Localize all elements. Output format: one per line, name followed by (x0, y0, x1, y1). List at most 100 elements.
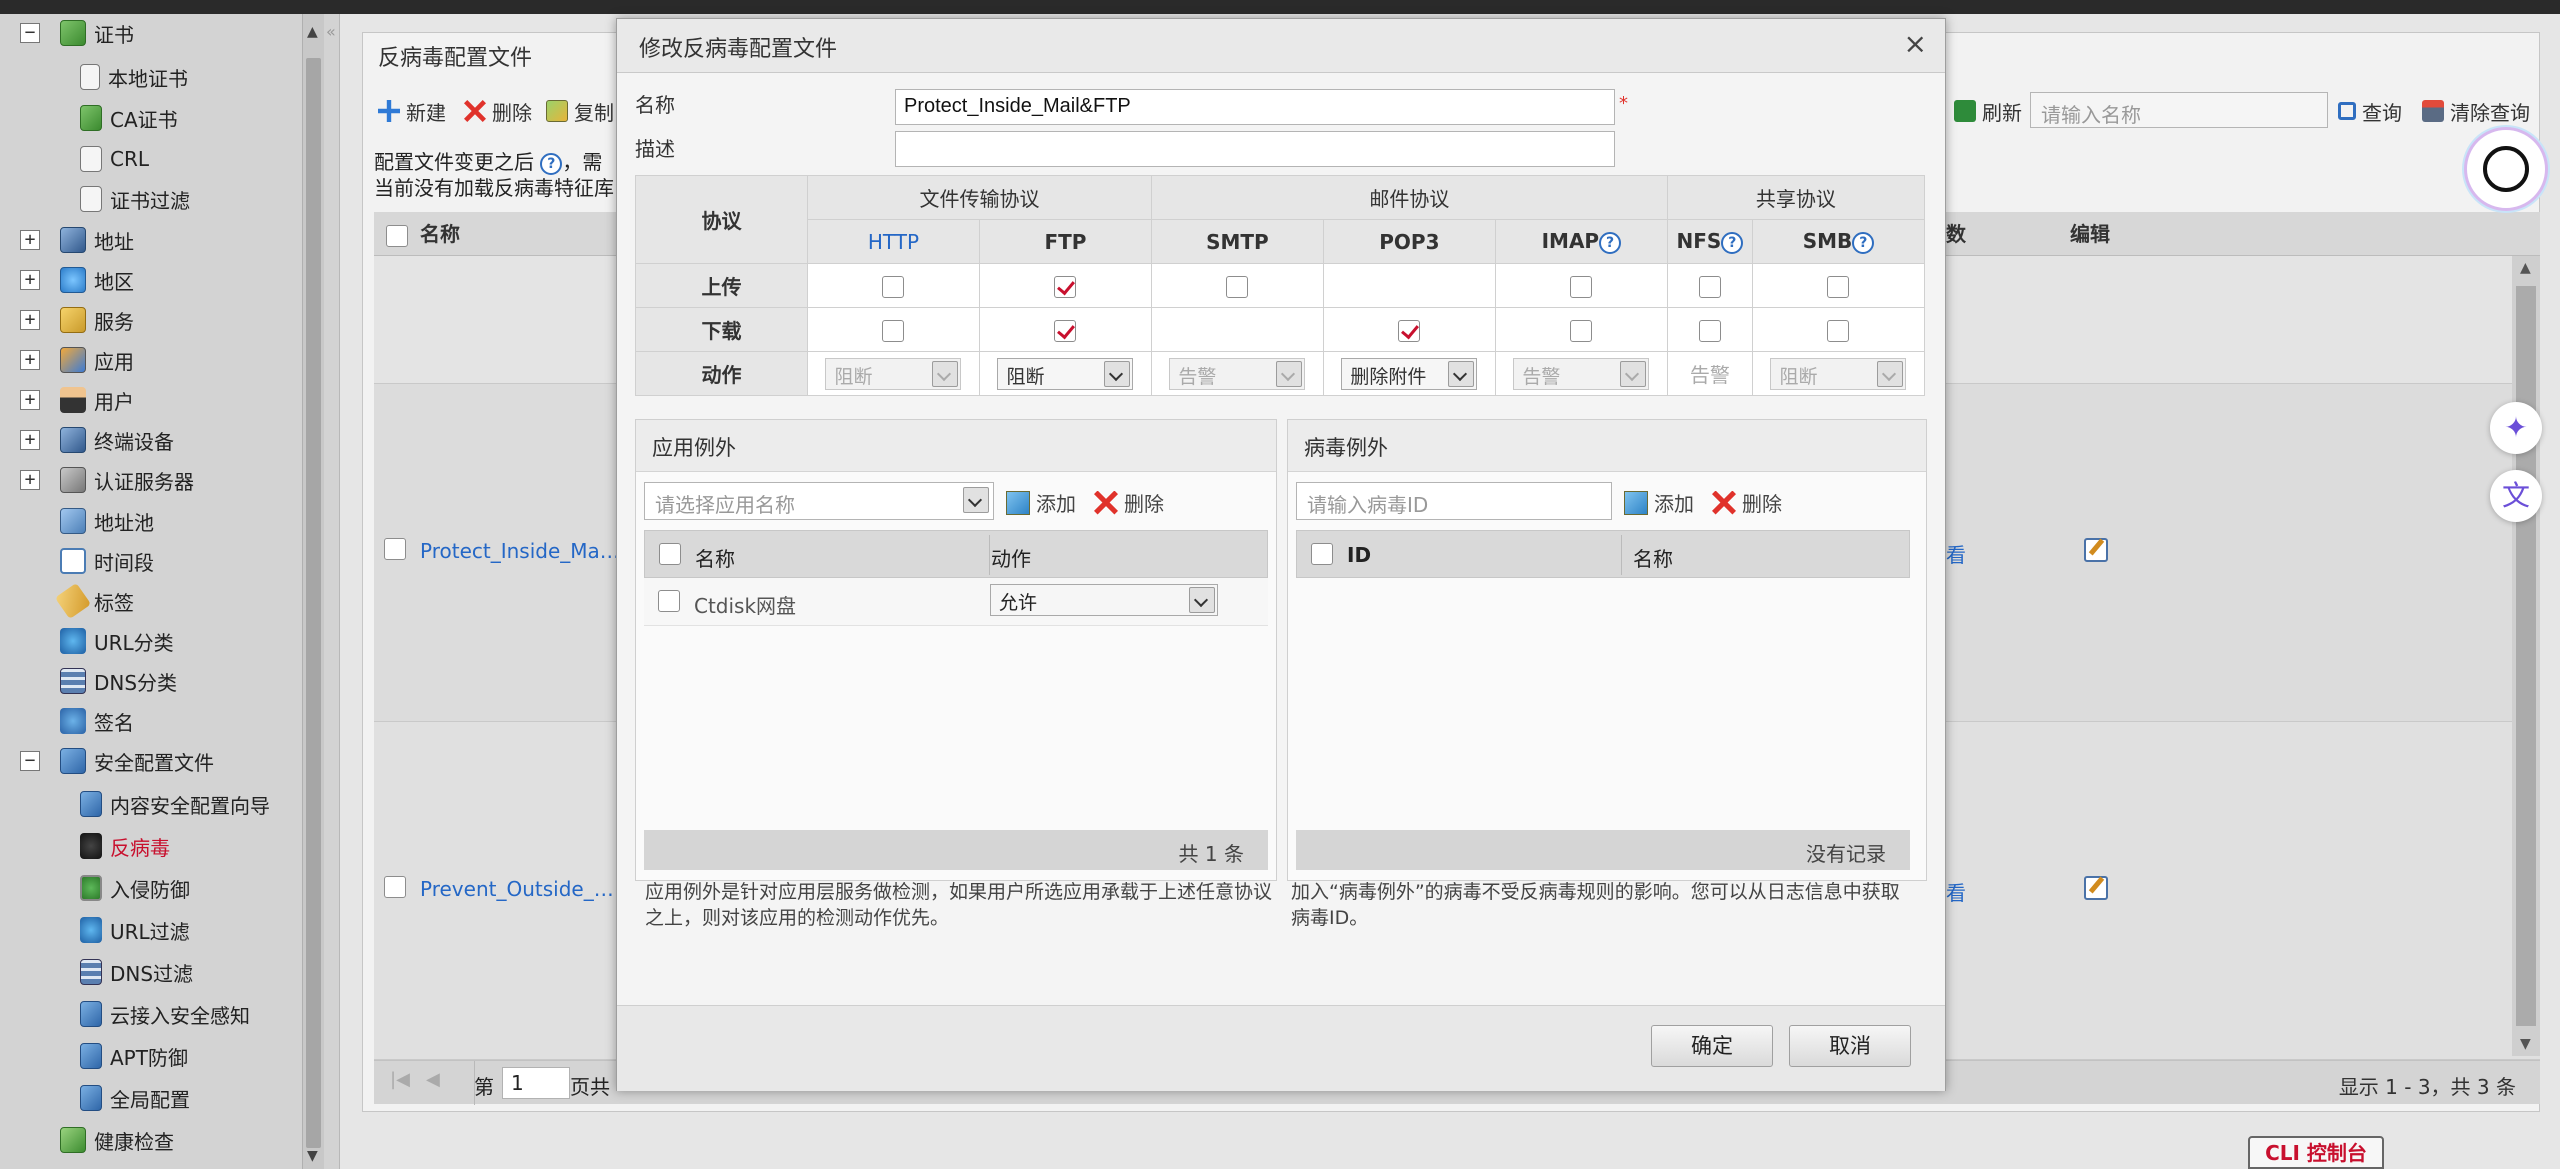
sidebar-item-health-check[interactable]: 健康检查 (60, 1121, 174, 1159)
translate-icon[interactable]: 文 (2490, 470, 2542, 522)
edit-icon[interactable] (2084, 876, 2108, 900)
column-count[interactable]: 数 (1946, 212, 1966, 256)
protocol-http[interactable]: HTTP (807, 219, 980, 264)
sidebar-scroll-thumb[interactable] (306, 58, 321, 1148)
cancel-button[interactable]: 取消 (1789, 1025, 1911, 1067)
scroll-up-icon[interactable]: ▲ (307, 24, 318, 40)
imap-download-checkbox[interactable] (1570, 319, 1593, 342)
ftp-download-checkbox[interactable] (1054, 319, 1077, 342)
nfs-upload-checkbox[interactable] (1698, 275, 1721, 298)
sidebar-item-apt[interactable]: APT防御 (80, 1037, 188, 1075)
chevron-down-icon[interactable] (1448, 360, 1475, 387)
pop3-download-checkbox[interactable] (1398, 319, 1421, 342)
name-field[interactable]: Protect_Inside_Mail&FTP (895, 89, 1615, 125)
copy-button[interactable]: 复制 (546, 96, 614, 126)
expand-icon[interactable]: + (20, 310, 40, 330)
assistant-logo-icon[interactable] (2464, 127, 2548, 211)
imap-upload-checkbox[interactable] (1570, 275, 1593, 298)
search-input[interactable]: 请输入名称 (2030, 92, 2328, 128)
chevron-down-icon[interactable] (1189, 587, 1215, 613)
scroll-down-icon[interactable]: ▼ (2520, 1036, 2531, 1052)
smtp-upload-checkbox[interactable] (1226, 275, 1249, 298)
virus-delete-button[interactable]: 删除 (1712, 488, 1782, 517)
sidebar-item-auth-server[interactable]: + 认证服务器 (0, 461, 194, 499)
sidebar-item-signature[interactable]: 签名 (60, 702, 134, 740)
ftp-upload-checkbox[interactable] (1054, 275, 1077, 298)
profile-name-link[interactable]: Protect_Inside_Ma… (420, 539, 620, 563)
ftp-action-select[interactable]: 阻断 (997, 357, 1134, 390)
app-name-select[interactable]: 请选择应用名称 (644, 482, 994, 520)
row-checkbox[interactable] (658, 590, 680, 612)
sidebar-item-address-pool[interactable]: 地址池 (60, 502, 154, 540)
collapse-icon[interactable]: − (20, 23, 40, 43)
expand-icon[interactable]: + (20, 390, 40, 410)
sidebar-item-service[interactable]: + 服务 (0, 301, 134, 339)
sidebar-item-ips[interactable]: 入侵防御 (80, 869, 190, 907)
view-link[interactable]: 看 (1946, 539, 1966, 568)
sidebar-item-antivirus[interactable]: 反病毒 (80, 827, 170, 865)
collapse-icon[interactable]: − (20, 751, 40, 771)
sidebar-item-address[interactable]: + 地址 (0, 221, 134, 259)
query-button[interactable]: 查询 (2338, 96, 2402, 126)
http-download-checkbox[interactable] (882, 319, 905, 342)
pop3-action-select[interactable]: 删除附件 (1341, 357, 1478, 390)
expand-icon[interactable]: + (20, 230, 40, 250)
app-action-select[interactable]: 允许 (990, 584, 1218, 616)
refresh-button[interactable]: 刷新 (1954, 96, 2022, 126)
select-all-checkbox[interactable] (386, 212, 408, 256)
edit-icon[interactable] (2084, 538, 2108, 562)
sidebar-item-region[interactable]: + 地区 (0, 261, 134, 299)
sidebar-item-local-cert[interactable]: 本地证书 (80, 58, 188, 96)
column-name[interactable]: 名称 (420, 212, 460, 256)
sidebar-item-crl[interactable]: CRL (80, 140, 149, 178)
sidebar-item-content-wizard[interactable]: 内容安全配置向导 (80, 785, 270, 823)
app-delete-button[interactable]: 删除 (1094, 488, 1164, 517)
sidebar-item-user[interactable]: + 用户 (0, 381, 134, 419)
expand-icon[interactable]: + (20, 430, 40, 450)
chevron-down-icon[interactable] (1104, 360, 1131, 387)
ok-button[interactable]: 确定 (1651, 1025, 1773, 1067)
sidebar-item-global-config[interactable]: 全局配置 (80, 1079, 190, 1117)
app-add-button[interactable]: 添加 (1006, 488, 1076, 517)
select-all-checkbox[interactable] (659, 543, 681, 565)
sidebar-item-certificate[interactable]: − 证书 (0, 14, 134, 52)
cli-console-button[interactable]: CLI 控制台 (2248, 1136, 2384, 1169)
chevron-down-icon[interactable] (963, 487, 989, 513)
help-icon[interactable]: ? (1852, 231, 1875, 254)
help-icon[interactable]: ? (1721, 231, 1744, 254)
sidebar-item-dns-filter[interactable]: DNS过滤 (80, 953, 193, 991)
sidebar-item-security-profile[interactable]: − 安全配置文件 (0, 742, 214, 780)
clear-query-button[interactable]: 清除查询 (2422, 96, 2530, 126)
virus-id-input[interactable]: 请输入病毒ID (1296, 482, 1612, 520)
row-checkbox[interactable] (384, 876, 406, 898)
sidebar-item-tag[interactable]: 标签 (54, 582, 134, 620)
sidebar-item-schedule[interactable]: 时间段 (60, 542, 154, 580)
sidebar-item-cloud-access[interactable]: 云接入安全感知 (80, 995, 250, 1033)
page-number-input[interactable]: 1 (502, 1067, 570, 1099)
delete-button[interactable]: 删除 (464, 96, 532, 126)
sidebar-item-url-filter[interactable]: URL过滤 (80, 911, 190, 949)
http-upload-checkbox[interactable] (882, 275, 905, 298)
sidebar-collapse-icon[interactable]: « (326, 22, 336, 41)
sidebar-item-ca-cert[interactable]: CA证书 (80, 99, 178, 137)
scroll-down-icon[interactable]: ▼ (307, 1148, 318, 1164)
sidebar-item-url-category[interactable]: URL分类 (60, 622, 174, 660)
close-icon[interactable]: × (1904, 27, 1927, 60)
table-scroll-thumb[interactable] (2516, 286, 2536, 1026)
table-scrollbar[interactable]: ▲ ▼ (2512, 256, 2540, 1056)
description-field[interactable] (895, 131, 1615, 167)
new-button[interactable]: 新建 (378, 96, 446, 126)
sidebar-item-dns-category[interactable]: DNS分类 (60, 662, 177, 700)
smb-download-checkbox[interactable] (1827, 319, 1850, 342)
profile-name-link[interactable]: Prevent_Outside_… (420, 877, 614, 901)
expand-icon[interactable]: + (20, 470, 40, 490)
expand-icon[interactable]: + (20, 350, 40, 370)
row-checkbox[interactable] (384, 538, 406, 560)
virus-add-button[interactable]: 添加 (1624, 488, 1694, 517)
nfs-download-checkbox[interactable] (1698, 319, 1721, 342)
list-item[interactable]: Ctdisk网盘 允许 (644, 578, 1268, 626)
view-link[interactable]: 看 (1946, 877, 1966, 906)
sparkle-icon[interactable]: ✦ (2490, 402, 2542, 454)
first-page-icon[interactable]: |◀ (390, 1069, 410, 1090)
sidebar-scrollbar[interactable]: ▲ ▼ (302, 14, 324, 1169)
